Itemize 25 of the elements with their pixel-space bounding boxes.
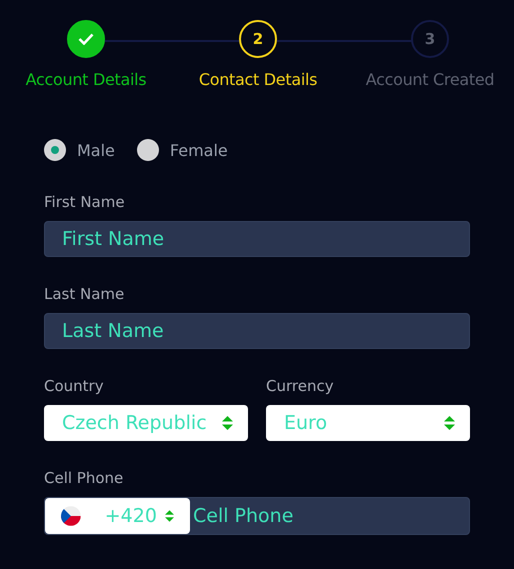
field-label: Country <box>44 377 105 395</box>
step-label: Account Created <box>366 70 494 89</box>
field-label: First Name <box>44 193 126 211</box>
step-label: Contact Details <box>198 70 318 89</box>
radio-label: Female <box>170 140 228 160</box>
field-label: Currency <box>266 377 335 395</box>
radio-label: Male <box>77 140 115 160</box>
country-code-select[interactable]: +420 <box>45 498 190 534</box>
check-icon <box>78 33 94 45</box>
field-label: Last Name <box>44 285 126 303</box>
radio-button[interactable] <box>44 139 66 161</box>
country-select[interactable]: Czech Republic <box>44 405 248 441</box>
radio-button[interactable] <box>136 139 159 161</box>
phone-field[interactable]: +420 Cell Phone <box>44 497 470 535</box>
step-circle: 2 <box>239 20 277 58</box>
sort-arrows-icon <box>164 509 174 523</box>
last-name-field[interactable]: Last Name <box>44 313 470 349</box>
step-label: Account Details <box>26 70 146 89</box>
currency-select[interactable]: Euro <box>266 405 470 441</box>
sort-arrows-icon <box>444 416 455 430</box>
field-label: Cell Phone <box>44 469 124 487</box>
first-name-field[interactable]: First Name <box>44 221 470 257</box>
step-circle: 3 <box>411 20 449 58</box>
sort-arrows-icon <box>222 416 233 430</box>
flag-icon <box>61 504 81 528</box>
